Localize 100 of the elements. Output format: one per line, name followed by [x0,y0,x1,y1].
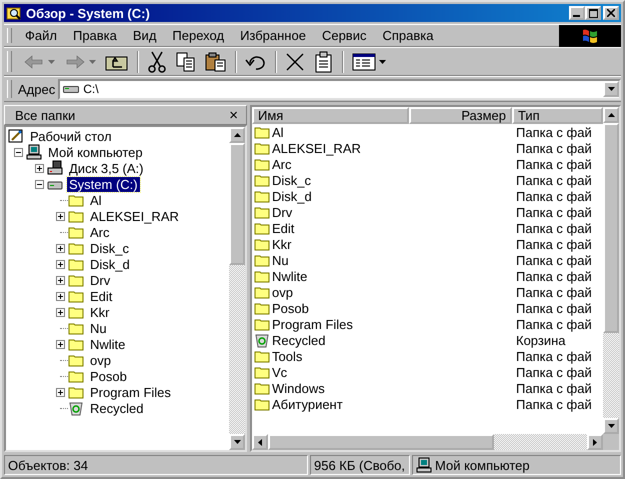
file-type: Папка с фай [516,124,592,140]
file-name[interactable]: ovp [272,284,293,300]
menu-item[interactable]: Справка [375,26,442,45]
up-arrow-icon [234,133,240,137]
desktop-icon [8,128,24,144]
expander-icon[interactable] [56,308,64,316]
down-arrow-icon [234,440,240,444]
tree-item[interactable]: Drv [88,272,112,288]
file-name[interactable]: Drv [272,204,292,220]
scroll-up-button[interactable] [229,127,245,143]
tree-item[interactable]: Arc [88,224,112,240]
file-type: Папка с фай [516,316,592,332]
scroll-up-button[interactable] [603,107,619,123]
minimize-button[interactable] [569,6,585,20]
close-button[interactable] [603,6,619,20]
expander-icon[interactable] [56,244,64,252]
column-header[interactable]: Тип [512,107,603,124]
file-name[interactable]: Абитуриент [272,396,343,412]
scroll-down-button[interactable] [229,434,245,450]
scroll-right-button[interactable] [587,434,603,450]
expander-icon[interactable] [56,212,64,220]
file-name[interactable]: Nu [272,252,289,268]
close-pane-button[interactable]: × [227,108,240,122]
maximize-button[interactable] [585,6,601,20]
delete-x-icon [285,52,305,72]
address-field[interactable]: C:\ [58,78,621,100]
scroll-down-button[interactable] [603,418,619,434]
computer-icon [26,144,42,160]
left-arrow-icon [258,438,262,446]
location-text: Мой компьютер [435,458,530,472]
tree-item[interactable]: Disk_d [88,256,132,272]
tree-item[interactable]: Kkr [88,304,112,320]
tree-item[interactable]: Nwlite [88,336,128,352]
column-header[interactable]: Размер [409,107,512,124]
maximize-icon [588,8,598,18]
file-name[interactable]: Recycled [272,332,326,348]
pane-title: Все папки [15,108,76,122]
tree-item[interactable]: Disk_c [88,240,132,256]
tree-item[interactable]: Nu [88,320,109,336]
file-type: Папка с фай [516,348,592,364]
file-type: Папка с фай [516,156,592,172]
file-name[interactable]: Al [272,124,284,140]
menu-item[interactable]: Вид [126,26,166,45]
scissors-icon [147,50,167,72]
right-arrow-icon [593,438,597,446]
scroll-thumb[interactable] [229,143,245,265]
details-view-icon [352,52,376,70]
menu-item[interactable]: Сервис [314,26,376,45]
file-name[interactable]: Nwlite [272,268,308,284]
scroll-thumb[interactable] [603,123,619,333]
tree-item[interactable]: Мой компьютер [46,144,145,160]
file-type: Папка с фай [516,380,592,396]
expander-icon[interactable] [56,340,64,348]
file-name[interactable]: Disk_d [272,188,312,204]
menu-item[interactable]: Переход [165,26,234,45]
file-name[interactable]: Posob [272,300,309,316]
file-type: Папка с фай [516,284,592,300]
expander-icon[interactable] [34,164,44,172]
file-name[interactable]: Windows [272,380,325,396]
file-name[interactable]: Vc [272,364,288,380]
expander-icon[interactable] [56,292,64,300]
expander-icon[interactable] [56,276,64,284]
file-name[interactable]: Arc [272,156,292,172]
address-label: Адрес [18,82,56,96]
right-arrow-icon [64,52,86,70]
column-header[interactable]: Имя [252,107,409,124]
file-type: Корзина [516,332,566,348]
menu-item[interactable]: Правка [66,26,126,45]
tree-item[interactable]: Al [88,192,104,208]
file-name[interactable]: Program Files [272,316,353,332]
caret-icon [608,87,614,91]
tree-item[interactable]: Edit [88,288,114,304]
file-name[interactable]: Edit [272,220,294,236]
scroll-left-button[interactable] [252,434,268,450]
tree-item[interactable]: Диск 3,5 (A:) [67,160,146,176]
expander-icon[interactable] [14,148,22,156]
menu-item[interactable]: Файл [18,26,66,45]
tree-item[interactable]: ALEKSEI_RAR [88,208,181,224]
drive-icon [63,84,80,94]
scroll-thumb[interactable] [268,434,494,450]
file-name[interactable]: Tools [272,348,302,364]
dropdown-button[interactable] [603,81,619,97]
file-name[interactable]: ALEKSEI_RAR [272,140,361,156]
tree-item[interactable]: ovp [88,352,113,368]
expander-icon[interactable] [56,388,64,396]
properties-icon [314,50,334,72]
tree-item[interactable]: Posob [88,368,129,384]
file-type: Папка с фай [516,220,592,236]
file-type: Папка с фай [516,204,592,220]
menu-item[interactable]: Избранное [233,26,315,45]
tree-item[interactable]: Recycled [88,400,146,416]
clipboard-icon [205,52,227,72]
tree-item[interactable]: System (C:) [67,176,140,192]
tree-item[interactable]: Program Files [88,384,173,400]
file-name[interactable]: Disk_c [272,172,312,188]
window-title: Обзор - System (C:) [26,6,151,20]
expander-icon[interactable] [56,260,64,268]
tree-item[interactable]: Рабочий стол [28,128,114,144]
expander-icon[interactable] [34,180,44,188]
file-name[interactable]: Kkr [272,236,292,252]
